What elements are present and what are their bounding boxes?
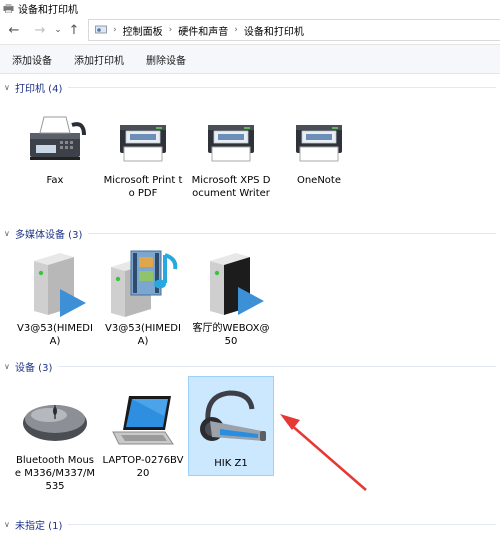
printer-icon [120, 125, 166, 162]
devices-printers-icon [3, 3, 14, 13]
device-tile-bluetooth-mouse[interactable]: Bluetooth Mouse M336/M337/M535 [12, 386, 98, 493]
device-tile-xps-writer[interactable]: Microsoft XPS Document Writer [188, 102, 274, 200]
device-tile-hik-z1[interactable]: HIK Z1 [188, 376, 274, 476]
breadcrumb-separator: › [113, 25, 117, 35]
forward-arrow-icon: → [34, 22, 46, 38]
add-printer-button[interactable]: 添加打印机 [74, 52, 124, 67]
laptop-icon [112, 396, 174, 445]
control-panel-icon [95, 25, 107, 34]
add-device-button[interactable]: 添加设备 [12, 52, 52, 67]
breadcrumb-separator: › [234, 25, 238, 35]
device-label: Microsoft XPS Document Writer [191, 175, 271, 199]
address-box[interactable]: › 控制面板 › 硬件和声音 › 设备和打印机 [88, 19, 500, 41]
device-tile-webox[interactable]: 客厅的WEBOX@50 [188, 246, 274, 348]
group-header-unspecified[interactable]: ∨ 未指定 (1) [0, 516, 500, 532]
breadcrumb-devices-printers[interactable]: 设备和打印机 [244, 23, 304, 38]
group-label: 多媒体设备 (3) [15, 229, 83, 241]
window-title: 设备和打印机 [18, 4, 78, 16]
breadcrumb-control-panel[interactable]: 控制面板 [123, 23, 163, 38]
device-tile-media-server-1[interactable]: V3@53(HIMEDIA) [12, 246, 98, 348]
remove-device-button[interactable]: 删除设备 [146, 52, 186, 67]
media-server-play-icon [34, 253, 86, 317]
recent-locations-button[interactable]: ⌄ [52, 20, 64, 40]
group-divider [58, 365, 496, 367]
device-tile-onenote[interactable]: OneNote [276, 102, 362, 187]
chevron-down-icon: ∨ [4, 228, 10, 238]
headset-icon [200, 390, 266, 441]
printer-icon [208, 125, 254, 162]
media-server-music-icon [111, 250, 178, 317]
device-label: Bluetooth Mouse M336/M337/M535 [14, 455, 96, 492]
group-label: 打印机 (4) [15, 83, 63, 95]
device-label: V3@53(HIMEDIA) [17, 323, 93, 347]
group-divider [88, 232, 496, 234]
forward-button[interactable]: → [32, 20, 48, 40]
breadcrumb-hardware-sound[interactable]: 硬件和声音 [178, 23, 228, 38]
group-divider [68, 86, 496, 88]
navigation-bar: ← → ⌄ ↑ › 控制面板 › 硬件和声音 › 设备和打印机 [0, 18, 500, 42]
device-tile-print-to-pdf[interactable]: Microsoft Print to PDF [100, 102, 186, 200]
device-label: OneNote [296, 175, 342, 186]
device-tile-laptop[interactable]: LAPTOP-0276BV20 [100, 386, 186, 480]
device-tile-fax[interactable]: Fax [12, 102, 98, 187]
chevron-down-icon: ∨ [4, 361, 10, 371]
up-arrow-icon: ↑ [68, 22, 80, 38]
group-header-multimedia[interactable]: ∨ 多媒体设备 (3) [0, 225, 500, 241]
group-header-printers[interactable]: ∨ 打印机 (4) [0, 79, 500, 95]
chevron-down-icon: ∨ [4, 519, 10, 529]
group-label: 未指定 (1) [15, 520, 63, 532]
group-header-devices[interactable]: ∨ 设备 (3) [0, 358, 500, 374]
device-label: Fax [46, 175, 64, 186]
breadcrumb-separator: › [168, 25, 173, 35]
group-label: 设备 (3) [15, 362, 53, 374]
chevron-down-icon: ∨ [4, 82, 10, 92]
device-label: 客厅的WEBOX@50 [192, 323, 270, 347]
group-divider [68, 523, 496, 525]
device-label: V3@53(HIMEDIA) [105, 323, 181, 347]
mouse-icon [23, 405, 87, 441]
device-label: HIK Z1 [214, 458, 248, 469]
back-button[interactable]: ← [6, 20, 22, 40]
device-label: Microsoft Print to PDF [103, 175, 183, 199]
back-arrow-icon: ← [8, 22, 20, 38]
title-bar: 设备和打印机 [0, 0, 500, 16]
up-button[interactable]: ↑ [66, 20, 82, 40]
fax-icon [30, 116, 86, 160]
device-label: LAPTOP-0276BV20 [102, 455, 184, 479]
chevron-down-icon: ⌄ [54, 25, 62, 35]
command-bar: 添加设备 添加打印机 删除设备 [0, 44, 500, 74]
media-renderer-black-icon [210, 253, 264, 315]
printer-icon [296, 125, 342, 162]
device-tile-media-server-2[interactable]: V3@53(HIMEDIA) [100, 246, 186, 348]
